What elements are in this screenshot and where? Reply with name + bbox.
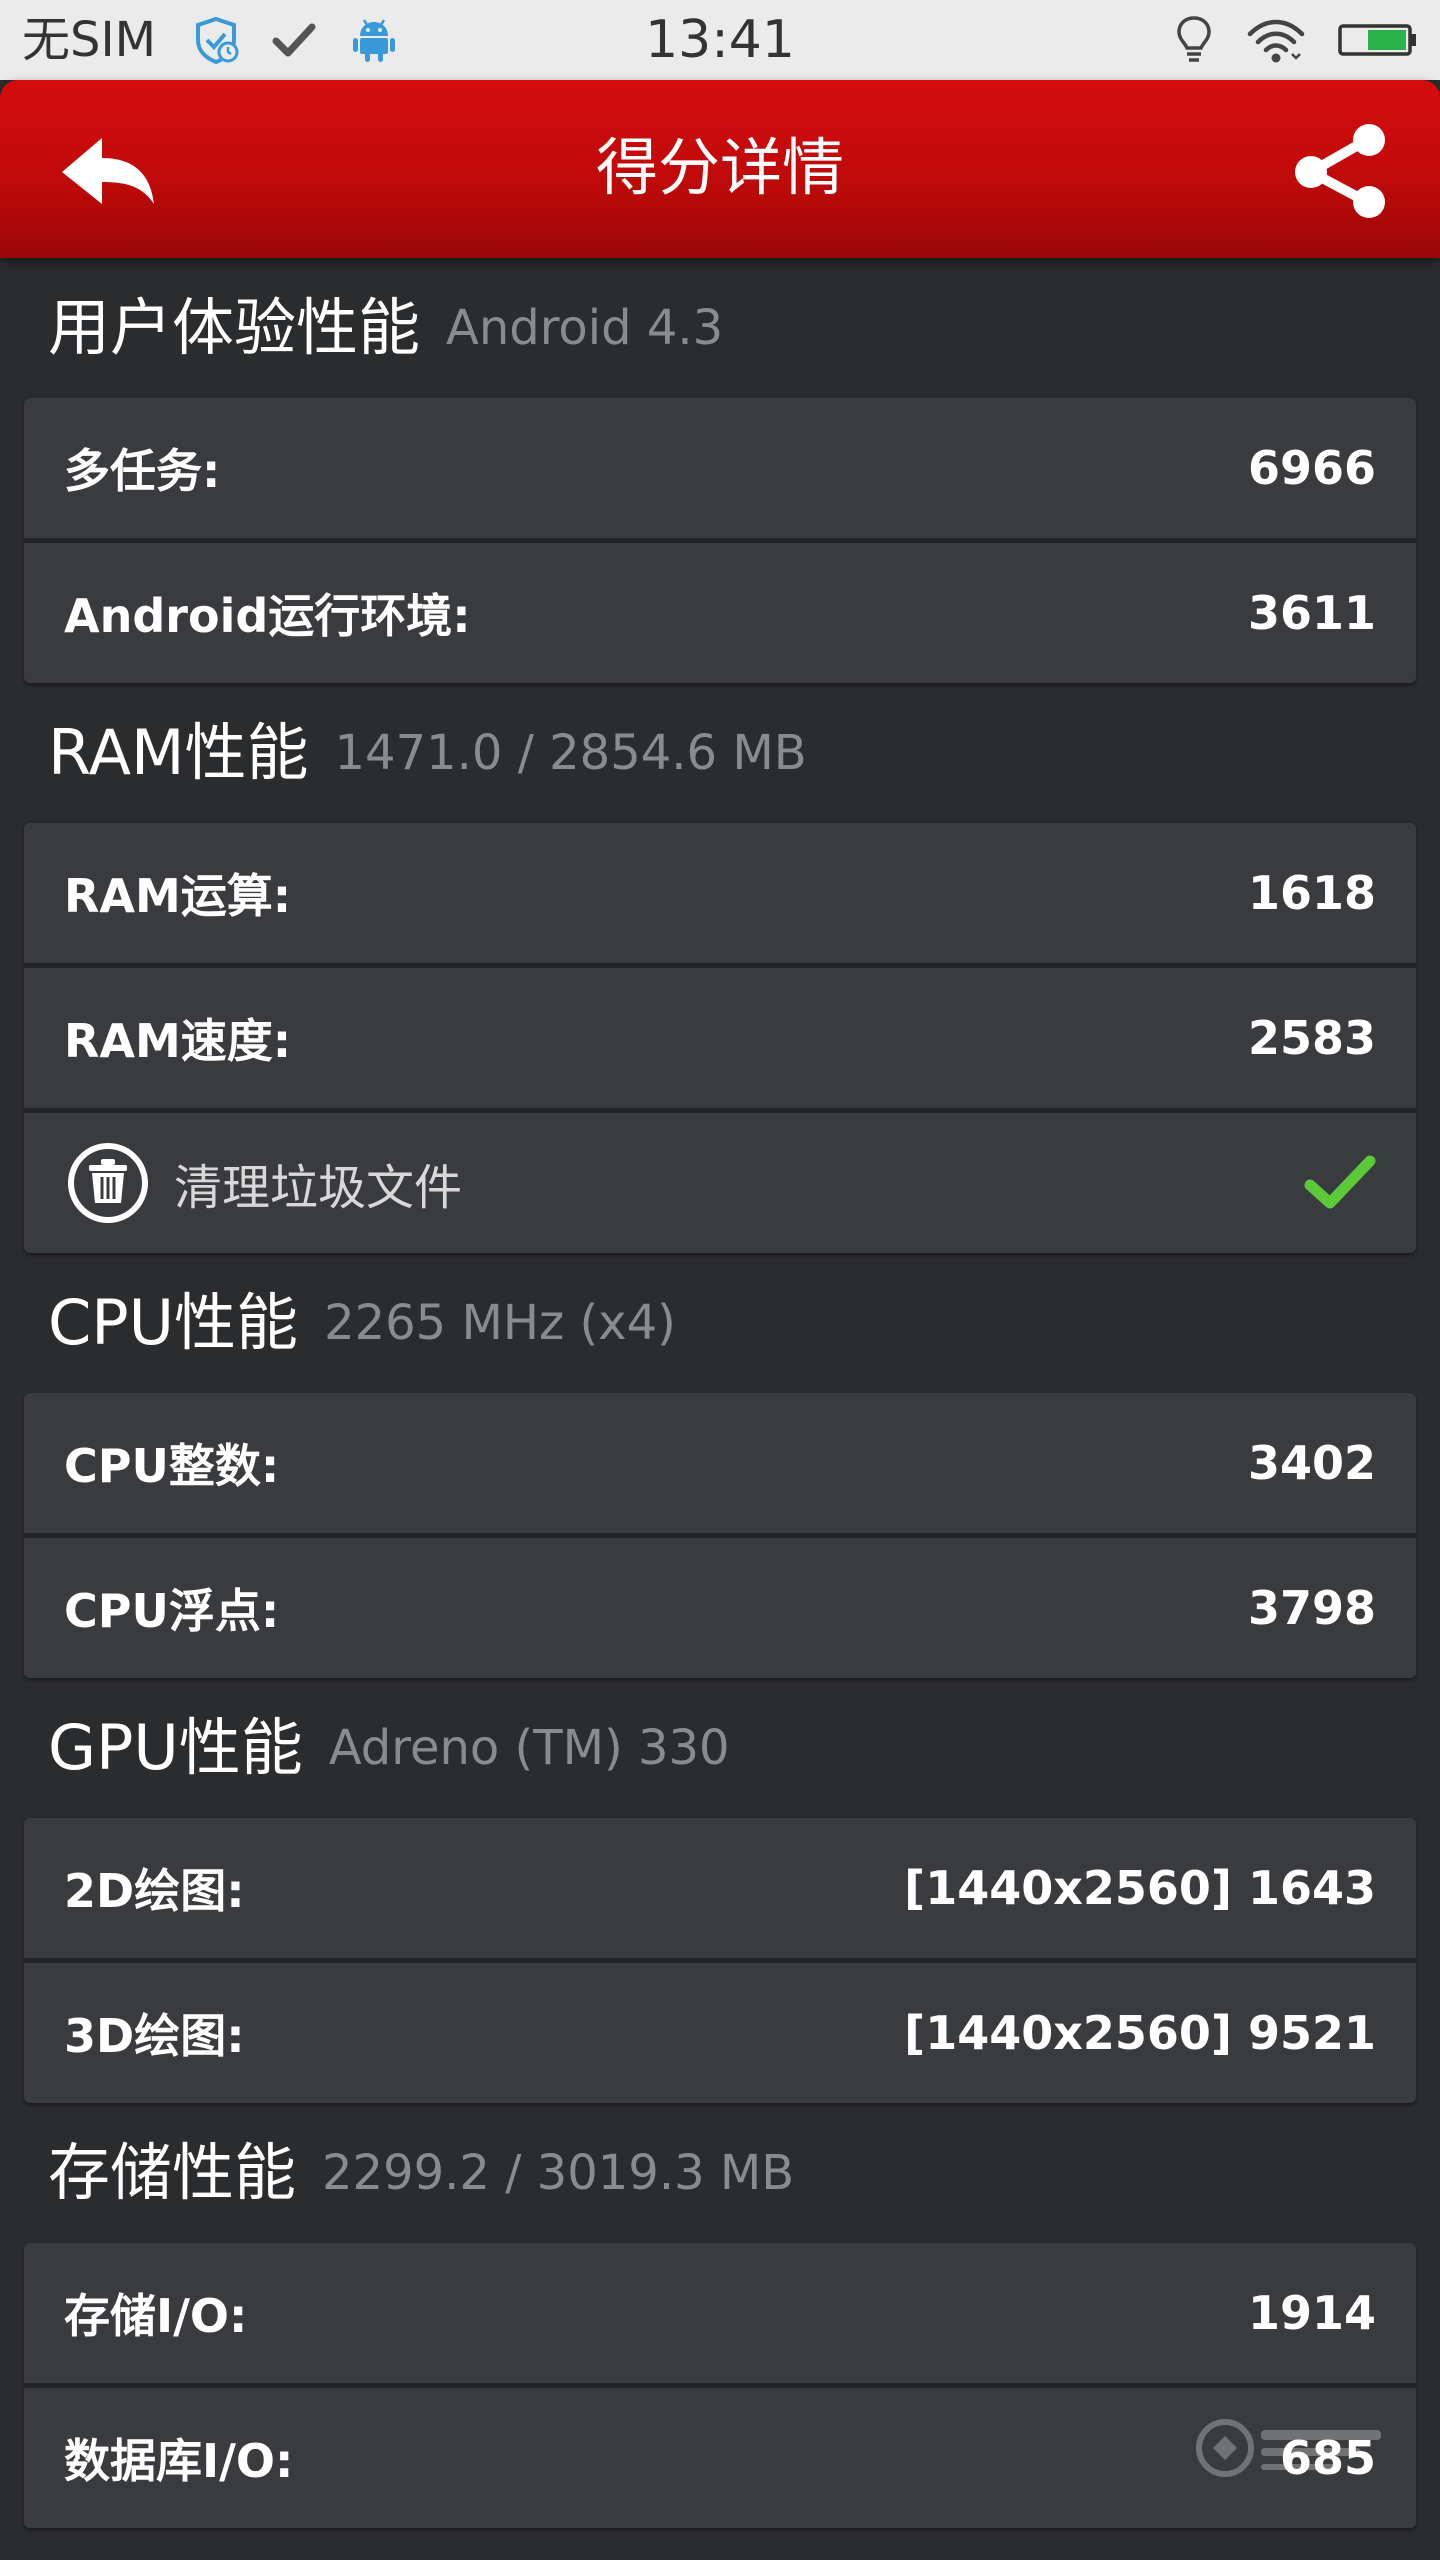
section-header: CPU性能 2265 MHz (x4) — [0, 1253, 1440, 1393]
score-label: Android运行环境: — [64, 589, 471, 643]
score-label: 多任务: — [64, 444, 221, 498]
android-icon — [353, 19, 395, 62]
score-value: 1914 — [1247, 2286, 1376, 2340]
section-header: 存储性能 2299.2 / 3019.3 MB — [0, 2103, 1440, 2243]
score-value: 3402 — [1247, 1436, 1376, 1490]
lightbulb-icon — [1177, 16, 1211, 62]
clean-junk-left: 清理垃圾文件 — [64, 1139, 462, 1227]
score-card: CPU整数: 3402 CPU浮点: 3798 — [24, 1393, 1416, 1678]
section-ux: 用户体验性能 Android 4.3 多任务: 6966 Android运行环境… — [0, 258, 1440, 683]
score-row-ram-speed: RAM速度: 2583 — [24, 968, 1416, 1113]
section-gpu: GPU性能 Adreno (TM) 330 2D绘图: [1440x2560] … — [0, 1678, 1440, 2103]
section-header: GPU性能 Adreno (TM) 330 — [0, 1678, 1440, 1818]
section-subtitle: Adreno (TM) 330 — [328, 1720, 730, 1776]
score-label: RAM速度: — [64, 1014, 292, 1068]
score-value: 6966 — [1247, 441, 1376, 495]
section-title: GPU性能 — [48, 1711, 303, 1784]
wifi-icon — [1247, 19, 1305, 63]
share-icon — [1295, 124, 1385, 218]
watermark-logo-icon — [1196, 2419, 1381, 2477]
carrier-label: 无SIM — [22, 12, 157, 68]
score-value: [1440x2560] 9521 — [904, 2006, 1376, 2060]
section-title: 用户体验性能 — [48, 291, 421, 364]
score-row-2d-graphics: 2D绘图: [1440x2560] 1643 — [24, 1818, 1416, 1963]
section-subtitle: 1471.0 / 2854.6 MB — [334, 725, 807, 781]
score-label: 3D绘图: — [64, 2009, 245, 2063]
score-value: [1440x2560] 1643 — [904, 1861, 1376, 1915]
section-title: RAM性能 — [48, 716, 309, 789]
score-row-3d-graphics: 3D绘图: [1440x2560] 9521 — [24, 1963, 1416, 2103]
score-value: 3798 — [1247, 1581, 1376, 1635]
section-title: CPU性能 — [48, 1286, 299, 1359]
score-value: 1618 — [1247, 866, 1376, 920]
score-row-multitask: 多任务: 6966 — [24, 398, 1416, 543]
section-subtitle: Android 4.3 — [446, 300, 724, 356]
status-bar: 无SIM 13:41 — [0, 0, 1440, 80]
score-value: 2583 — [1247, 1011, 1376, 1065]
score-card: RAM运算: 1618 RAM速度: 2583 清理垃圾文件 — [24, 823, 1416, 1253]
battery-icon — [1338, 24, 1416, 56]
section-subtitle: 2299.2 / 3019.3 MB — [322, 2145, 795, 2201]
score-label: CPU整数: — [64, 1439, 280, 1493]
share-button[interactable] — [1285, 120, 1395, 220]
score-details: 用户体验性能 Android 4.3 多任务: 6966 Android运行环境… — [0, 258, 1440, 2528]
score-card: 2D绘图: [1440x2560] 1643 3D绘图: [1440x2560]… — [24, 1818, 1416, 2103]
score-row-storage-io: 存储I/O: 1914 — [24, 2243, 1416, 2388]
checkmark-icon — [1304, 1155, 1376, 1209]
title-bar: 得分详情 — [0, 80, 1440, 258]
section-subtitle: 2265 MHz (x4) — [324, 1295, 676, 1351]
clean-junk-files-button[interactable]: 清理垃圾文件 — [24, 1113, 1416, 1253]
section-cpu: CPU性能 2265 MHz (x4) CPU整数: 3402 CPU浮点: 3… — [0, 1253, 1440, 1678]
score-row-cpu-float: CPU浮点: 3798 — [24, 1538, 1416, 1678]
section-header: RAM性能 1471.0 / 2854.6 MB — [0, 683, 1440, 823]
back-arrow-icon — [62, 138, 154, 204]
check-icon — [272, 23, 316, 57]
score-label: CPU浮点: — [64, 1584, 280, 1638]
section-ram: RAM性能 1471.0 / 2854.6 MB RAM运算: 1618 RAM… — [0, 683, 1440, 1253]
trash-icon — [68, 1143, 148, 1223]
back-button[interactable] — [50, 120, 170, 220]
section-title: 存储性能 — [48, 2136, 297, 2209]
score-label: 2D绘图: — [64, 1864, 245, 1918]
score-label: RAM运算: — [64, 869, 292, 923]
clean-junk-label: 清理垃圾文件 — [174, 1160, 463, 1216]
page-title: 得分详情 — [595, 131, 844, 204]
score-row-ram-ops: RAM运算: 1618 — [24, 823, 1416, 968]
score-card: 多任务: 6966 Android运行环境: 3611 — [24, 398, 1416, 683]
score-label: 数据库I/O: — [64, 2434, 294, 2488]
score-row-android-runtime: Android运行环境: 3611 — [24, 543, 1416, 683]
shield-clock-icon — [196, 16, 239, 65]
section-header: 用户体验性能 Android 4.3 — [0, 258, 1440, 398]
score-label: 存储I/O: — [64, 2289, 248, 2343]
score-value: 3611 — [1247, 586, 1376, 640]
score-row-cpu-integer: CPU整数: 3402 — [24, 1393, 1416, 1538]
